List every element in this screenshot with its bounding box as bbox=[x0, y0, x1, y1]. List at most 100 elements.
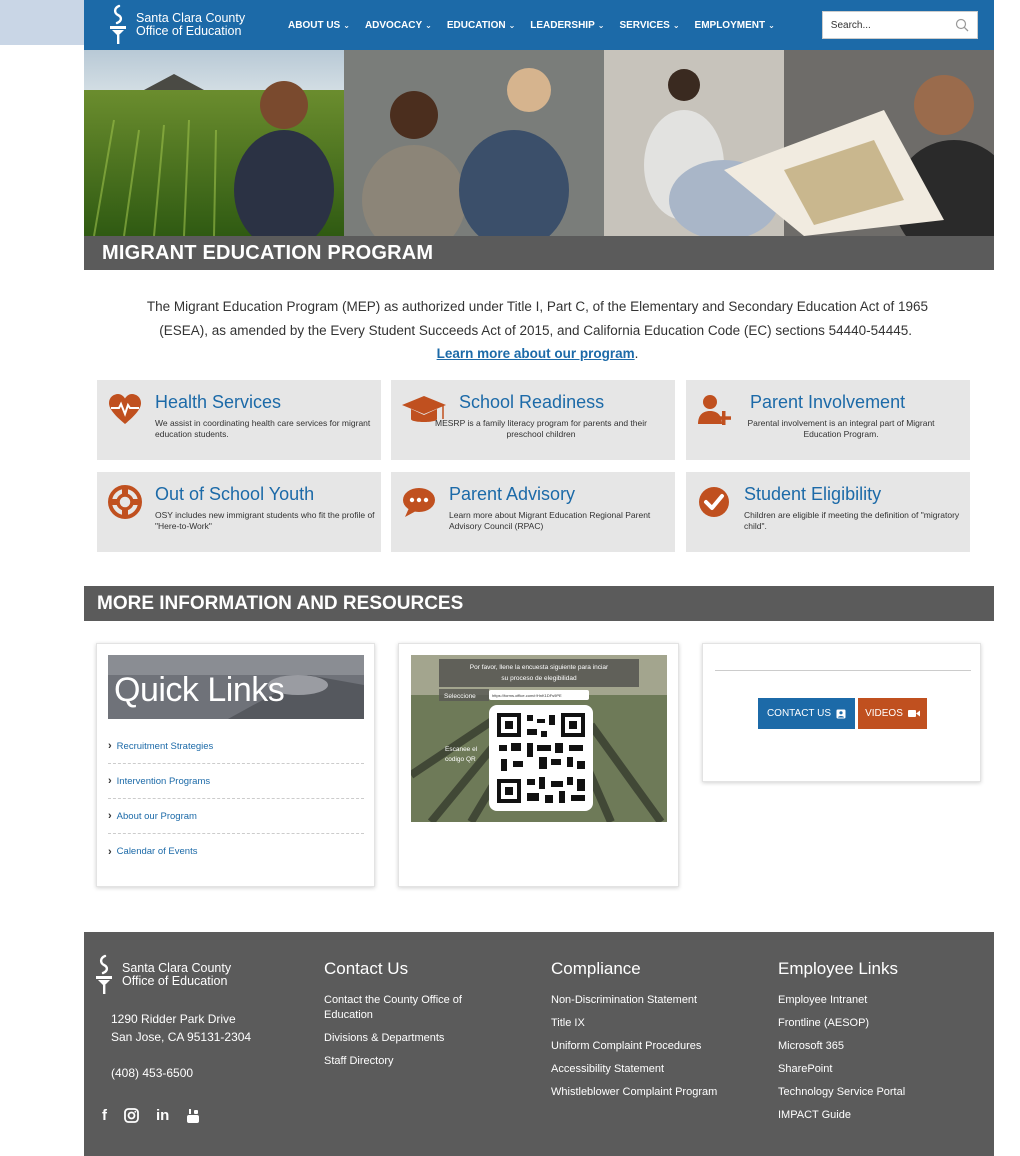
nav-label: ADVOCACY bbox=[364, 19, 423, 31]
address-line1: 1290 Ridder Park Drive bbox=[111, 1012, 236, 1026]
quick-links-banner: Quick Links bbox=[108, 655, 364, 719]
chevron-down-icon: ⌄ bbox=[343, 20, 350, 30]
footer-link[interactable]: Technology Service Portal bbox=[778, 1085, 978, 1100]
chevron-down-icon: ⌄ bbox=[425, 20, 432, 30]
contact-us-button[interactable]: CONTACT US bbox=[758, 698, 855, 729]
nav-leadership[interactable]: LEADERSHIP ⌄ bbox=[530, 20, 604, 31]
intro-text: The Migrant Education Program (MEP) as a… bbox=[146, 299, 929, 338]
site-header: Santa Clara County Office of Education A… bbox=[84, 0, 994, 50]
card-description: Children are eligible if meeting the def… bbox=[744, 510, 960, 531]
resources-title: MORE INFORMATION AND RESOURCES bbox=[97, 593, 464, 614]
footer-link[interactable]: Uniform Complaint Procedures bbox=[551, 1039, 751, 1054]
footer-address: 1290 Ridder Park Drive San Jose, CA 9513… bbox=[111, 1010, 251, 1046]
footer-link[interactable]: Non-Discrimination Statement bbox=[551, 993, 751, 1008]
chevron-down-icon: ⌄ bbox=[768, 20, 775, 30]
card-title: Student Eligibility bbox=[744, 484, 882, 504]
chevron-right-icon: › bbox=[108, 845, 112, 858]
quick-link[interactable]: › About our Program bbox=[108, 799, 364, 834]
quick-link-label: About our Program bbox=[116, 810, 197, 822]
footer-link[interactable]: Accessibility Statement bbox=[551, 1062, 751, 1077]
video-camera-icon bbox=[907, 710, 920, 717]
facebook-icon[interactable]: f bbox=[102, 1107, 107, 1124]
qr-url: https://forms.office.com/r/HnK1DFs9PE bbox=[492, 693, 562, 698]
footer-link[interactable]: Frontline (AESOP) bbox=[778, 1016, 978, 1031]
quick-links-title: Quick Links bbox=[114, 671, 285, 709]
card-title: Parent Involvement bbox=[750, 392, 906, 412]
nav-label: SERVICES bbox=[619, 19, 670, 31]
learn-more-link[interactable]: Learn more about our program bbox=[437, 346, 635, 361]
life-ring-icon bbox=[108, 485, 142, 519]
nav-advocacy[interactable]: ADVOCACY ⌄ bbox=[365, 20, 432, 31]
footer-link[interactable]: Employee Intranet bbox=[778, 993, 978, 1008]
chevron-down-icon: ⌄ bbox=[508, 20, 516, 30]
chevron-right-icon: › bbox=[108, 775, 112, 787]
quick-link[interactable]: › Intervention Programs bbox=[108, 764, 364, 799]
main-nav: ABOUT US ⌄ ADVOCACY ⌄ EDUCATION ⌄ LEADERSHI… bbox=[288, 0, 790, 50]
card-description: We assist in coordinating health care se… bbox=[155, 418, 371, 439]
quick-link[interactable]: › Calendar of Events bbox=[108, 834, 364, 869]
footer-link[interactable]: SharePoint bbox=[778, 1062, 978, 1077]
footer-phone[interactable]: (408) 453-6500 bbox=[111, 1066, 193, 1080]
site-footer: Santa Clara County Office of Education 1… bbox=[84, 932, 994, 1156]
qr-scan-label2: codigo QR bbox=[445, 756, 476, 763]
footer-org-name: Santa Clara County Office of Education bbox=[122, 962, 231, 988]
nav-label: ABOUT US bbox=[288, 19, 341, 31]
footer-link[interactable]: Whistleblower Complaint Program bbox=[551, 1085, 751, 1100]
card-parent-involvement[interactable]: Parent Involvement Parental involvement … bbox=[686, 380, 970, 460]
linkedin-icon[interactable]: in bbox=[156, 1107, 169, 1124]
footer-org-line2: Office of Education bbox=[122, 974, 228, 988]
eligibility-survey-image[interactable]: Por favor, llene la encuesta siguiente p… bbox=[411, 655, 667, 822]
card-student-eligibility[interactable]: Student Eligibility Children are eligibl… bbox=[686, 472, 970, 552]
chevron-down-icon: ⌄ bbox=[672, 20, 680, 30]
chevron-down-icon: ⌄ bbox=[597, 20, 605, 30]
qr-select-label: Seleccione bbox=[444, 693, 476, 700]
videos-button[interactable]: VIDEOS bbox=[858, 698, 927, 729]
card-title: School Readiness bbox=[459, 392, 605, 412]
card-parent-advisory[interactable]: Parent Advisory Learn more about Migrant… bbox=[391, 472, 675, 552]
intro-paragraph: The Migrant Education Program (MEP) as a… bbox=[140, 295, 935, 366]
footer-link[interactable]: Contact the County Office of Education bbox=[324, 993, 504, 1023]
nav-employment[interactable]: EMPLOYMENT ⌄ bbox=[695, 20, 775, 31]
check-circle-icon bbox=[699, 487, 729, 517]
top-left-strip bbox=[0, 0, 90, 45]
resources-bar: MORE INFORMATION AND RESOURCES bbox=[84, 586, 994, 621]
chat-bubble-icon bbox=[403, 488, 435, 517]
search-icon[interactable] bbox=[955, 18, 969, 32]
footer-link[interactable]: IMPACT Guide bbox=[778, 1108, 978, 1123]
hero-image bbox=[84, 50, 994, 236]
card-description: OSY includes new immigrant students who … bbox=[155, 510, 375, 531]
footer-link[interactable]: Title IX bbox=[551, 1016, 751, 1031]
footer-link[interactable]: Staff Directory bbox=[324, 1054, 504, 1069]
chevron-right-icon: › bbox=[108, 740, 112, 752]
heartbeat-icon bbox=[109, 394, 141, 424]
card-title: Health Services bbox=[155, 392, 282, 412]
quick-link-label: Calendar of Events bbox=[116, 846, 198, 857]
divider bbox=[715, 670, 971, 671]
page-title: MIGRANT EDUCATION PROGRAM bbox=[102, 242, 434, 264]
social-links: f in bbox=[102, 1107, 217, 1124]
nav-label: LEADERSHIP bbox=[530, 19, 595, 31]
footer-contact-column: Contact Us Contact the County Office of … bbox=[324, 959, 504, 1077]
footer-link[interactable]: Divisions & Departments bbox=[324, 1031, 504, 1046]
card-title: Out of School Youth bbox=[155, 484, 315, 504]
card-description: MESRP is a family literacy program for p… bbox=[435, 418, 647, 439]
footer-link[interactable]: Microsoft 365 bbox=[778, 1039, 978, 1054]
nav-education[interactable]: EDUCATION ⌄ bbox=[447, 20, 515, 31]
youtube-icon[interactable] bbox=[186, 1108, 200, 1124]
card-out-of-school-youth[interactable]: Out of School Youth OSY includes new imm… bbox=[97, 472, 381, 552]
nav-services[interactable]: SERVICES ⌄ bbox=[619, 20, 679, 31]
card-health-services[interactable]: Health Services We assist in coordinatin… bbox=[97, 380, 381, 460]
videos-label: VIDEOS bbox=[865, 708, 903, 719]
footer-employee-column: Employee Links Employee Intranet Frontli… bbox=[778, 959, 978, 1131]
qr-code-panel: Por favor, llene la encuesta siguiente p… bbox=[398, 643, 679, 887]
page-title-bar: MIGRANT EDUCATION PROGRAM bbox=[84, 236, 994, 270]
search-input[interactable] bbox=[830, 19, 941, 31]
nav-about-us[interactable]: ABOUT US ⌄ bbox=[288, 20, 350, 31]
instagram-icon[interactable] bbox=[124, 1108, 139, 1123]
quick-link[interactable]: › Recruitment Strategies bbox=[108, 729, 364, 764]
search-box bbox=[821, 11, 978, 39]
card-school-readiness[interactable]: School Readiness MESRP is a family liter… bbox=[391, 380, 675, 460]
footer-logo[interactable]: Santa Clara County Office of Education bbox=[94, 954, 231, 996]
site-logo[interactable]: Santa Clara County Office of Education bbox=[108, 4, 268, 46]
quick-link-label: Recruitment Strategies bbox=[116, 740, 214, 752]
